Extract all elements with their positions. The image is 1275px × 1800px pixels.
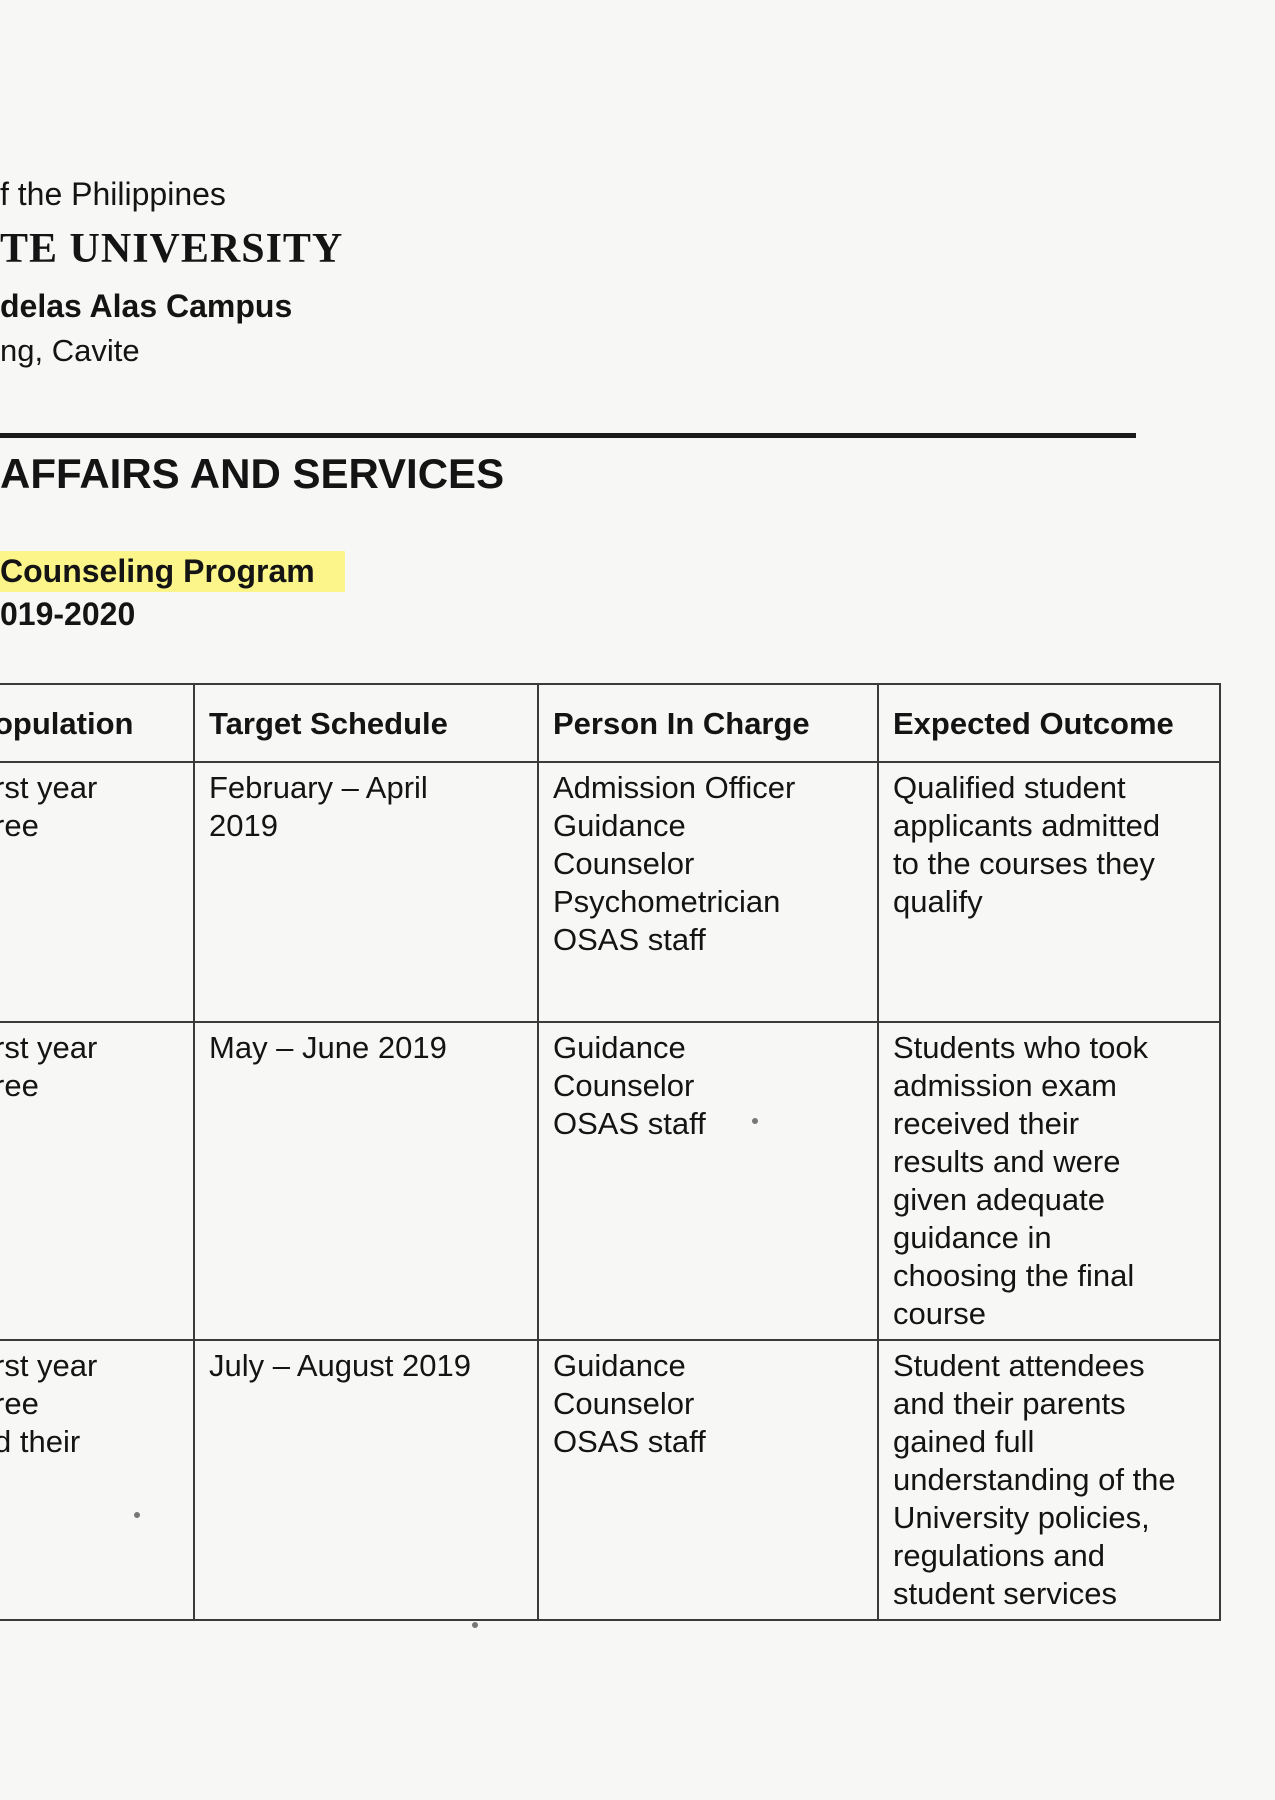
program-table: opulation Target Schedule Person In Char… bbox=[0, 683, 1221, 1621]
col-header-target-schedule: Target Schedule bbox=[193, 683, 539, 763]
country-line: f the Philippines bbox=[0, 176, 226, 212]
table-header-row: opulation Target Schedule Person In Char… bbox=[0, 683, 1221, 763]
program-year: 019-2020 bbox=[0, 596, 136, 632]
header-divider bbox=[0, 433, 1136, 438]
cell-population: rst year ree bbox=[0, 1021, 195, 1341]
section-title: AFFAIRS AND SERVICES bbox=[0, 450, 505, 497]
col-header-person-in-charge: Person In Charge bbox=[537, 683, 879, 763]
cell-population: rst year ree d their bbox=[0, 1339, 195, 1621]
cell-outcome: Students who took admission exam receive… bbox=[877, 1021, 1221, 1341]
program-title: Counseling Program bbox=[0, 551, 345, 592]
campus-name: delas Alas Campus bbox=[0, 288, 293, 324]
cell-person: Guidance Counselor OSAS staff bbox=[537, 1339, 879, 1621]
col-header-population: opulation bbox=[0, 683, 195, 763]
table-row: rst year ree February – April 2019 Admis… bbox=[0, 761, 1221, 1023]
cell-population: rst year ree bbox=[0, 761, 195, 1023]
cell-person: Guidance Counselor OSAS staff bbox=[537, 1021, 879, 1341]
cell-person: Admission Officer Guidance Counselor Psy… bbox=[537, 761, 879, 1023]
scan-speck bbox=[134, 1512, 140, 1518]
scan-speck bbox=[472, 1622, 478, 1628]
cell-outcome: Qualified student applicants admitted to… bbox=[877, 761, 1221, 1023]
campus-location: ng, Cavite bbox=[0, 333, 140, 368]
university-name: TE UNIVERSITY bbox=[0, 226, 344, 272]
cell-schedule: July – August 2019 bbox=[193, 1339, 539, 1621]
scan-speck bbox=[752, 1118, 758, 1124]
cell-schedule: May – June 2019 bbox=[193, 1021, 539, 1341]
cell-outcome: Student attendees and their parents gain… bbox=[877, 1339, 1221, 1621]
table-row: rst year ree d their July – August 2019 … bbox=[0, 1339, 1221, 1621]
cell-schedule: February – April 2019 bbox=[193, 761, 539, 1023]
table-row: rst year ree May – June 2019 Guidance Co… bbox=[0, 1021, 1221, 1341]
col-header-expected-outcome: Expected Outcome bbox=[877, 683, 1221, 763]
